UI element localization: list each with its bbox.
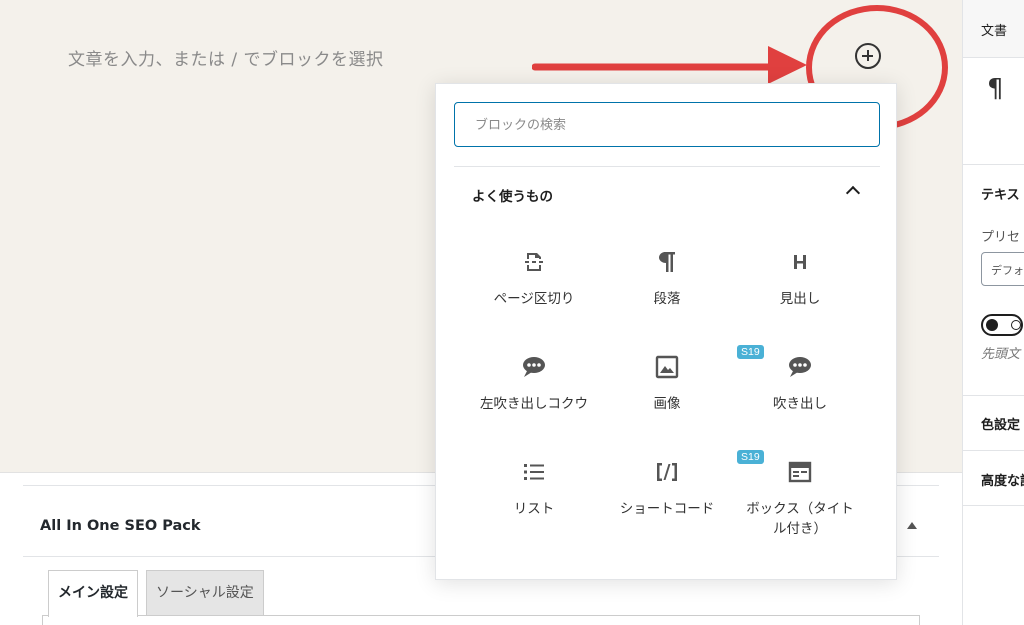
- paragraph-icon: [653, 248, 681, 276]
- block-left-speech-bubble[interactable]: 左吹き出しコクウ: [467, 353, 601, 449]
- block-label: ページ区切り: [493, 291, 575, 307]
- block-page-break[interactable]: ページ区切り: [467, 248, 601, 344]
- shortcode-icon: [653, 458, 681, 486]
- image-icon: [653, 353, 681, 381]
- block-label: リスト: [513, 501, 555, 517]
- page-break-icon: [520, 248, 548, 276]
- block-box-with-title[interactable]: S19 ボックス（タイトル付き）: [733, 450, 867, 554]
- divider: [963, 164, 1024, 165]
- color-settings-heading[interactable]: 色設定: [981, 414, 1020, 433]
- font-size-select[interactable]: デフォ: [981, 252, 1024, 286]
- block-label: 左吹き出しコクウ: [480, 396, 588, 412]
- tab-document[interactable]: 文書: [981, 20, 1007, 39]
- divider: [963, 450, 1024, 451]
- block-label: 段落: [653, 291, 681, 307]
- tab-social-settings[interactable]: ソーシャル設定: [146, 570, 264, 616]
- block-label: ショートコード: [619, 501, 715, 517]
- block-image[interactable]: 画像: [600, 353, 734, 449]
- block-placeholder[interactable]: 文章を入力、または / でブロックを選択: [68, 45, 384, 70]
- block-heading[interactable]: 見出し: [733, 248, 867, 344]
- block-label: ボックス（タイトル付き）: [746, 501, 854, 537]
- tab-main-settings[interactable]: メイン設定: [48, 570, 138, 617]
- seo-metabox-title: All In One SEO Pack: [40, 518, 201, 534]
- divider: [454, 166, 880, 167]
- divider: [963, 505, 1024, 506]
- block-paragraph[interactable]: 段落: [600, 248, 734, 344]
- drop-cap-label: 先頭文: [981, 347, 1021, 362]
- block-list[interactable]: リスト: [467, 458, 601, 554]
- heading-icon: [786, 248, 814, 276]
- block-label: 画像: [653, 396, 681, 412]
- block-search-input[interactable]: [454, 102, 880, 147]
- advanced-settings-heading[interactable]: 高度な設: [981, 470, 1024, 489]
- block-label: 吹き出し: [773, 396, 827, 412]
- text-settings-heading[interactable]: テキス: [981, 184, 1020, 203]
- divider: [963, 395, 1024, 396]
- settings-sidebar: 文書 ¶ テキス プリセ デフォ 先頭文 色設定 高度な設: [962, 0, 1024, 625]
- speech-bubble-icon: [786, 353, 814, 381]
- list-icon: [520, 458, 548, 486]
- block-inserter-popover: よく使うもの ページ区切り 段落 見出し 左吹き出しコクウ 画像 S19: [435, 83, 897, 580]
- seo-tab-panel: [42, 615, 920, 625]
- s19-badge: S19: [737, 345, 764, 359]
- chevron-up-icon[interactable]: [845, 185, 861, 201]
- block-speech-bubble[interactable]: S19 吹き出し: [733, 345, 867, 449]
- most-used-section-title[interactable]: よく使うもの: [472, 185, 553, 205]
- drop-cap-toggle[interactable]: [981, 314, 1023, 336]
- font-size-preset-label: プリセ: [981, 230, 1021, 245]
- speech-bubble-icon: [520, 353, 548, 381]
- paragraph-block-icon: ¶: [987, 74, 1004, 104]
- box-title-icon: [786, 458, 814, 486]
- s19-badge: S19: [737, 450, 764, 464]
- collapse-arrow-icon[interactable]: [907, 522, 917, 529]
- block-shortcode[interactable]: ショートコード: [600, 458, 734, 554]
- block-label: 見出し: [779, 291, 821, 307]
